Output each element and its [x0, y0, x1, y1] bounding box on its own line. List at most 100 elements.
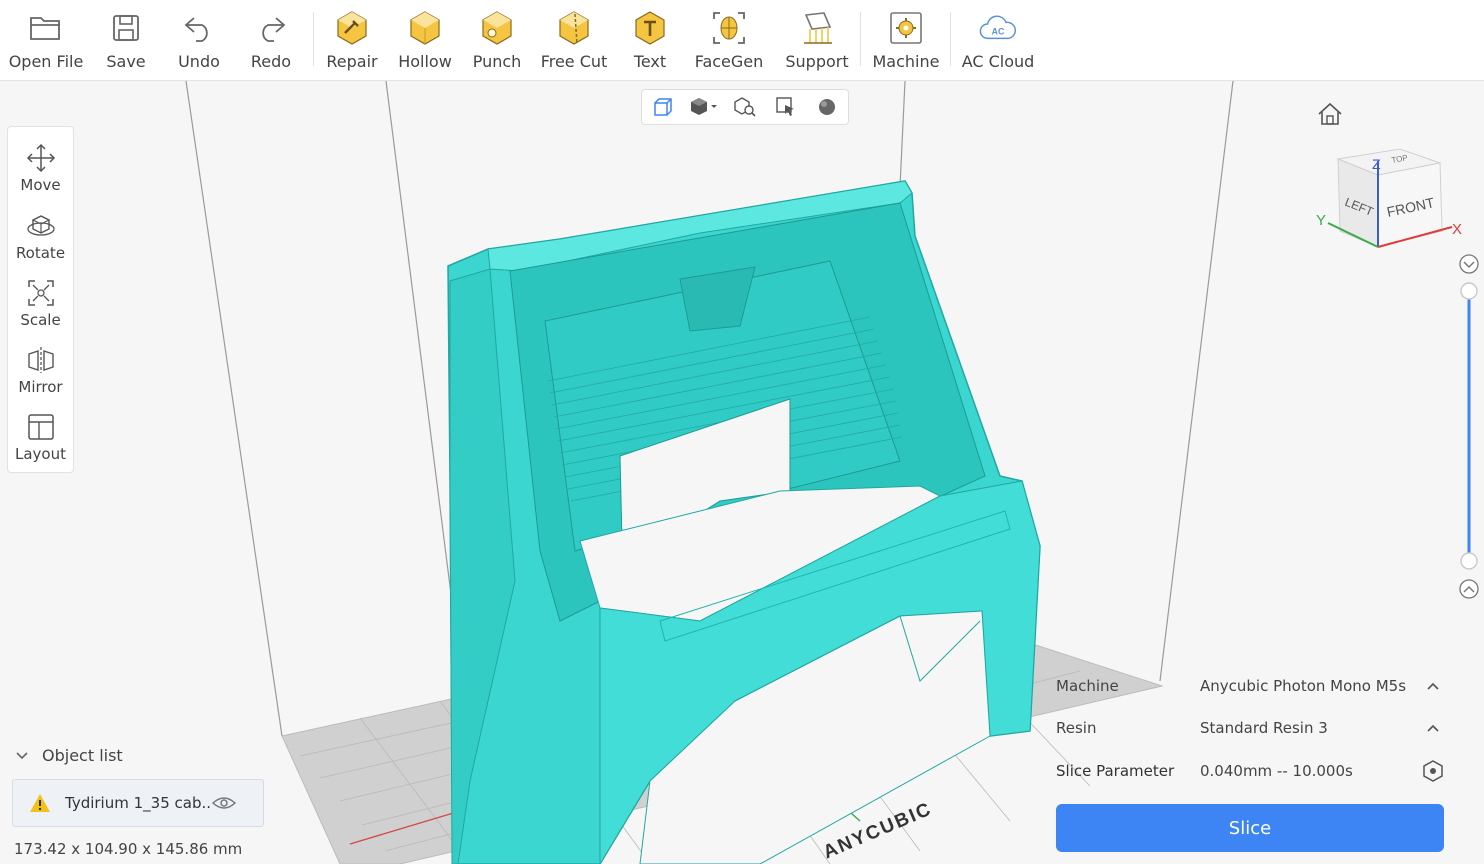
toolbar-divider — [313, 12, 314, 66]
slice-parameter-row[interactable]: Slice Parameter 0.040mm -- 10.000s — [1056, 756, 1448, 786]
ac-cloud-button[interactable]: AC AC Cloud — [960, 0, 1036, 80]
machine-setting-label: Machine — [1056, 677, 1119, 695]
rotate-icon — [24, 209, 58, 243]
save-button[interactable]: Save — [98, 0, 154, 80]
machine-setting-row[interactable]: Machine Anycubic Photon Mono M5s — [1056, 671, 1448, 701]
repair-button[interactable]: Repair — [322, 0, 382, 80]
object-list-title: Object list — [42, 746, 123, 765]
resin-setting-row[interactable]: Resin Standard Resin 3 — [1056, 713, 1448, 743]
support-button[interactable]: Support — [782, 0, 852, 80]
eye-visibility-icon[interactable] — [211, 795, 237, 811]
transform-panel: Move Rotate Scale Mirror Layout — [7, 126, 74, 473]
chevron-up-icon[interactable] — [1418, 672, 1448, 700]
object-list-header[interactable]: Object list — [14, 746, 123, 765]
slider-down-chevron-icon[interactable] — [1459, 254, 1479, 274]
machine-label: Machine — [872, 52, 940, 71]
text-label: Text — [633, 52, 667, 71]
3d-viewport[interactable]: ANYCUBIC Move Rotate Scale Mirror Layout… — [0, 81, 1484, 864]
support-icon — [797, 8, 837, 48]
object-dimensions: 173.42 x 104.90 x 145.86 mm — [14, 840, 243, 858]
view-sphere-icon[interactable] — [812, 94, 842, 120]
folder-icon — [26, 8, 66, 48]
resin-setting-value: Standard Resin 3 — [1200, 719, 1328, 737]
free-cut-icon — [554, 8, 594, 48]
undo-button[interactable]: Undo — [170, 0, 228, 80]
ac-cloud-label: AC Cloud — [961, 52, 1035, 71]
settings-hex-icon[interactable] — [1418, 757, 1448, 785]
open-file-button[interactable]: Open File — [8, 0, 84, 80]
layout-label: Layout — [15, 445, 66, 463]
undo-icon — [179, 8, 219, 48]
scale-label: Scale — [20, 311, 61, 329]
slice-parameter-value: 0.040mm -- 10.000s — [1200, 762, 1353, 780]
move-label: Move — [20, 176, 61, 194]
chevron-down-icon — [16, 751, 28, 759]
view-solid-icon[interactable] — [689, 94, 719, 120]
text-button[interactable]: Text — [624, 0, 676, 80]
machine-setting-value: Anycubic Photon Mono M5s — [1200, 677, 1407, 695]
slice-parameter-label: Slice Parameter — [1056, 762, 1175, 780]
axis-y-label: Y — [1316, 212, 1326, 229]
save-icon — [106, 8, 146, 48]
view-mode-bar — [641, 89, 849, 125]
layer-slider[interactable] — [1456, 253, 1482, 603]
punch-button[interactable]: Punch — [468, 0, 526, 80]
scene-canvas[interactable]: ANYCUBIC — [0, 81, 1484, 864]
mirror-tool[interactable]: Mirror — [8, 339, 73, 401]
chevron-up-icon[interactable] — [1418, 714, 1448, 742]
ac-cloud-badge: AC — [992, 26, 1005, 36]
free-cut-button[interactable]: Free Cut — [538, 0, 610, 80]
machine-button[interactable]: Machine — [870, 0, 942, 80]
view-3d-icon[interactable] — [648, 94, 678, 120]
toolbar-divider — [950, 12, 951, 66]
rotate-label: Rotate — [15, 244, 66, 262]
facegen-button[interactable]: FaceGen — [692, 0, 766, 80]
undo-label: Undo — [178, 52, 220, 71]
hollow-label: Hollow — [398, 52, 452, 71]
redo-label: Redo — [250, 52, 292, 71]
rotate-tool[interactable]: Rotate — [8, 205, 73, 267]
model-cab[interactable] — [447, 180, 1041, 864]
slider-top-handle[interactable] — [1460, 282, 1478, 300]
toolbar-divider — [860, 12, 861, 66]
redo-icon — [251, 8, 291, 48]
free-cut-label: Free Cut — [540, 52, 608, 71]
object-list-item[interactable]: Tydirium 1_35 cab... — [12, 779, 264, 827]
move-tool[interactable]: Move — [8, 137, 73, 199]
hollow-icon — [405, 8, 445, 48]
mirror-icon — [24, 343, 58, 377]
cloud-icon: AC — [978, 8, 1018, 48]
facegen-label: FaceGen — [694, 52, 764, 71]
slider-bottom-handle[interactable] — [1460, 552, 1478, 570]
open-file-label: Open File — [8, 52, 84, 71]
view-select-icon[interactable] — [771, 94, 801, 120]
layout-icon — [24, 410, 58, 444]
mirror-label: Mirror — [18, 378, 63, 396]
machine-gear-icon — [886, 8, 926, 48]
repair-icon — [332, 8, 372, 48]
view-cube[interactable]: TOP LEFT FRONT Z X Y — [1310, 141, 1470, 261]
view-search-icon[interactable] — [730, 94, 760, 120]
facegen-icon — [709, 8, 749, 48]
move-arrows-icon — [24, 141, 58, 175]
resin-setting-label: Resin — [1056, 719, 1097, 737]
slider-up-chevron-icon[interactable] — [1459, 579, 1479, 599]
support-label: Support — [785, 52, 849, 71]
punch-icon — [477, 8, 517, 48]
save-label: Save — [106, 52, 146, 71]
redo-button[interactable]: Redo — [242, 0, 300, 80]
home-icon[interactable] — [1316, 101, 1344, 127]
scale-tool[interactable]: Scale — [8, 272, 73, 334]
punch-label: Punch — [472, 52, 522, 71]
text-icon — [630, 8, 670, 48]
slice-button[interactable]: Slice — [1056, 804, 1444, 852]
layout-tool[interactable]: Layout — [8, 406, 73, 468]
scale-icon — [24, 276, 58, 310]
warning-icon — [30, 794, 50, 812]
object-name: Tydirium 1_35 cab... — [65, 794, 211, 812]
axis-x-label: X — [1452, 221, 1462, 238]
main-toolbar: Open File Save Undo Redo Repair Hollow P… — [0, 0, 1484, 81]
repair-label: Repair — [326, 52, 378, 71]
axis-z-label: Z — [1372, 156, 1381, 172]
hollow-button[interactable]: Hollow — [394, 0, 456, 80]
